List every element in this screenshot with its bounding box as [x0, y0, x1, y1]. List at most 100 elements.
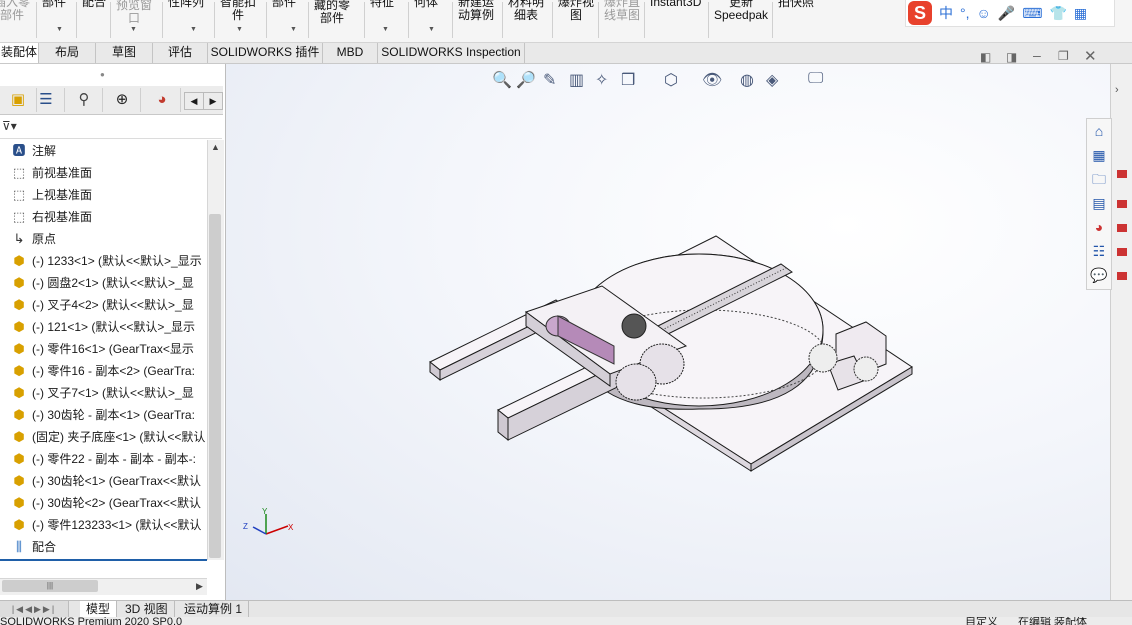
tab-layout[interactable]: 布局 [39, 43, 96, 63]
tree-item[interactable]: 🅰 注解 [10, 140, 206, 162]
restore-icon[interactable]: ❐ [1058, 49, 1069, 63]
dropdown-caret-icon[interactable]: ▼ [236, 26, 243, 33]
configuration-manager-tab-icon[interactable]: ⚲ [66, 88, 103, 112]
panel-grip-icon[interactable]: ● [100, 70, 105, 79]
pane-arrow-icon[interactable]: › [1115, 84, 1119, 96]
rollback-bar[interactable] [0, 559, 207, 561]
view-palette-icon[interactable]: ▤ [1089, 193, 1109, 213]
tree-item[interactable]: ⬢ (-) 30齿轮<2> (GearTrax<<默认 [10, 492, 206, 514]
tree-item[interactable]: ⬢ (-) 零件22 - 副本 - 副本 - 副本-: [10, 448, 206, 470]
tree-scroll-thumb[interactable] [209, 214, 221, 558]
dropdown-caret-icon[interactable]: ▼ [130, 26, 137, 33]
tab-motion-study[interactable]: 运动算例 1 [178, 601, 250, 617]
tab-scroll-right-icon[interactable]: ▶ [203, 92, 223, 110]
skin-icon[interactable]: 👕 [1049, 5, 1066, 22]
dropdown-caret-icon[interactable]: ▼ [190, 26, 197, 33]
forum-icon[interactable]: 💬 [1089, 265, 1109, 285]
command-tabs: 装配体 布局 草图 评估 SOLIDWORKS 插件 MBD SOLIDWORK… [0, 43, 1132, 64]
dropdown-caret-icon[interactable]: ▼ [428, 26, 435, 33]
tab-evaluate[interactable]: 评估 [153, 43, 208, 63]
ribbon-button[interactable]: 更新 Speedpak [714, 0, 768, 22]
tree-item-label: (-) 30齿轮 - 副本<1> (GearTra: [32, 408, 195, 422]
ribbon-button[interactable]: 材料明 细表 [508, 0, 544, 22]
tree-item[interactable]: ⬢ (-) 叉子4<2> (默认<<默认>_显 [10, 294, 206, 316]
property-manager-tab-icon[interactable]: ☰ [28, 88, 65, 112]
scroll-up-icon[interactable]: ▲ [211, 142, 220, 152]
tree-item[interactable]: ⬢ (-) 30齿轮<1> (GearTrax<<默认 [10, 470, 206, 492]
tab-assembly[interactable]: 装配体 [0, 43, 39, 63]
resource-icon[interactable] [1117, 224, 1127, 232]
tile-left-icon[interactable]: ◧ [980, 50, 991, 64]
tab-scroll-left-icon[interactable]: ◀ [184, 92, 204, 110]
ribbon-button[interactable]: 特征 [370, 0, 394, 9]
dropdown-caret-icon[interactable]: ▼ [290, 26, 297, 33]
tab-model[interactable]: 模型 [80, 601, 118, 617]
tree-item[interactable]: ↳ 原点 [10, 228, 206, 250]
tree-item[interactable]: ⬢ (-) 圆盘2<1> (默认<<默认>_显 [10, 272, 206, 294]
tab-3d-view[interactable]: 3D 视图 [119, 601, 175, 617]
ribbon-button[interactable]: 部件 [42, 0, 66, 9]
tree-item[interactable]: ⬢ (-) 叉子7<1> (默认<<默认>_显 [10, 382, 206, 404]
resource-icon[interactable] [1117, 272, 1127, 280]
ribbon-button[interactable]: 新建运 动算例 [458, 0, 494, 22]
tree-item[interactable]: ⬢ (-) 1233<1> (默认<<默认>_显示 [10, 250, 206, 272]
scroll-right-icon[interactable]: ▶ [196, 581, 203, 592]
tree-item[interactable]: ⬚ 前视基准面 [10, 162, 206, 184]
smiley-icon[interactable]: ☺ [977, 5, 991, 21]
resource-icon[interactable] [1117, 170, 1127, 178]
close-icon[interactable]: ✕ [1084, 47, 1097, 65]
home-icon[interactable]: ⌂ [1089, 121, 1109, 141]
ribbon-separator [36, 2, 37, 38]
tab-sketch[interactable]: 草图 [96, 43, 153, 63]
tree-item[interactable]: ⫼ 配合 [10, 536, 206, 558]
tree-item[interactable]: ⬢ (-) 零件16 - 副本<2> (GearTra: [10, 360, 206, 382]
tree-hscroll-thumb[interactable]: ||| [2, 580, 98, 592]
ribbon-button[interactable]: 零部件预览窗口 [116, 0, 152, 25]
ribbon-button[interactable]: 拍快照 [778, 0, 814, 9]
ribbon-button[interactable]: 智能扣件 [220, 0, 256, 22]
tree-item[interactable]: ⬚ 右视基准面 [10, 206, 206, 228]
tile-right-icon[interactable]: ◨ [1006, 50, 1017, 64]
ribbon-button-label: 性阵列 [168, 0, 205, 9]
ribbon-button[interactable]: 爆炸视图 [558, 0, 594, 22]
resource-icon[interactable] [1117, 200, 1127, 208]
dropdown-caret-icon[interactable]: ▼ [382, 26, 389, 33]
dropdown-caret-icon[interactable]: ▼ [56, 26, 63, 33]
ribbon-button[interactable]: 何体 [414, 0, 438, 9]
status-units[interactable]: 自定义 [965, 617, 998, 625]
ribbon-button[interactable]: 部件 [272, 0, 296, 9]
tab-mbd[interactable]: MBD [323, 43, 378, 63]
keyboard-icon[interactable]: ⌨ [1022, 5, 1042, 22]
ribbon-button[interactable]: 插入零 部件 [0, 0, 30, 22]
display-manager-tab-icon[interactable]: ◕ [144, 88, 181, 112]
custom-properties-icon[interactable]: ☷ [1089, 241, 1109, 261]
tree-item[interactable]: ⬢ (-) 零件16<1> (GearTrax<显示 [10, 338, 206, 360]
resource-icon[interactable] [1117, 248, 1127, 256]
dimxpert-tab-icon[interactable]: ⊕ [104, 88, 141, 112]
ime-item[interactable]: °, [960, 5, 970, 21]
tree-item[interactable]: ⬢ (固定) 夹子底座<1> (默认<<默认 [10, 426, 206, 448]
file-explorer-icon[interactable]: 🗀 [1089, 169, 1109, 189]
tree-item[interactable]: ⬢ (-) 121<1> (默认<<默认>_显示 [10, 316, 206, 338]
ribbon-button[interactable]: 性阵列 [168, 0, 204, 9]
ribbon-button[interactable]: 显示隐藏的零部件 [314, 0, 350, 25]
assembly-model[interactable]: X Y Z [226, 64, 1110, 600]
tree-item[interactable]: ⬚ 上视基准面 [10, 184, 206, 206]
ime-item[interactable]: 中 [939, 3, 953, 23]
tab-inspection[interactable]: SOLIDWORKS Inspection [378, 43, 525, 63]
tree-item[interactable]: ⬢ (-) 30齿轮 - 副本<1> (GearTra: [10, 404, 206, 426]
ribbon-button[interactable]: 配合 [82, 0, 106, 9]
tab-nav-arrows-icon[interactable]: |◀◀▶▶| [0, 601, 69, 617]
appearances-icon[interactable]: ◕ [1089, 217, 1109, 237]
tree-item[interactable]: ⬢ (-) 零件123233<1> (默认<<默认 [10, 514, 206, 536]
ribbon-button[interactable]: 爆炸直 线草图 [604, 0, 640, 22]
microphone-icon[interactable]: 🎤 [998, 5, 1015, 22]
sogou-logo-icon[interactable]: S [908, 1, 932, 25]
filter-icon[interactable]: ⊽▾ [2, 119, 17, 133]
tab-addins[interactable]: SOLIDWORKS 插件 [208, 43, 323, 63]
design-library-icon[interactable]: ▦ [1089, 145, 1109, 165]
grid-icon[interactable]: ▦ [1074, 5, 1087, 22]
minimize-icon[interactable]: – [1033, 47, 1041, 63]
part-icon: ⬢ [13, 407, 25, 422]
ribbon-button[interactable]: Instant3D [650, 0, 701, 9]
